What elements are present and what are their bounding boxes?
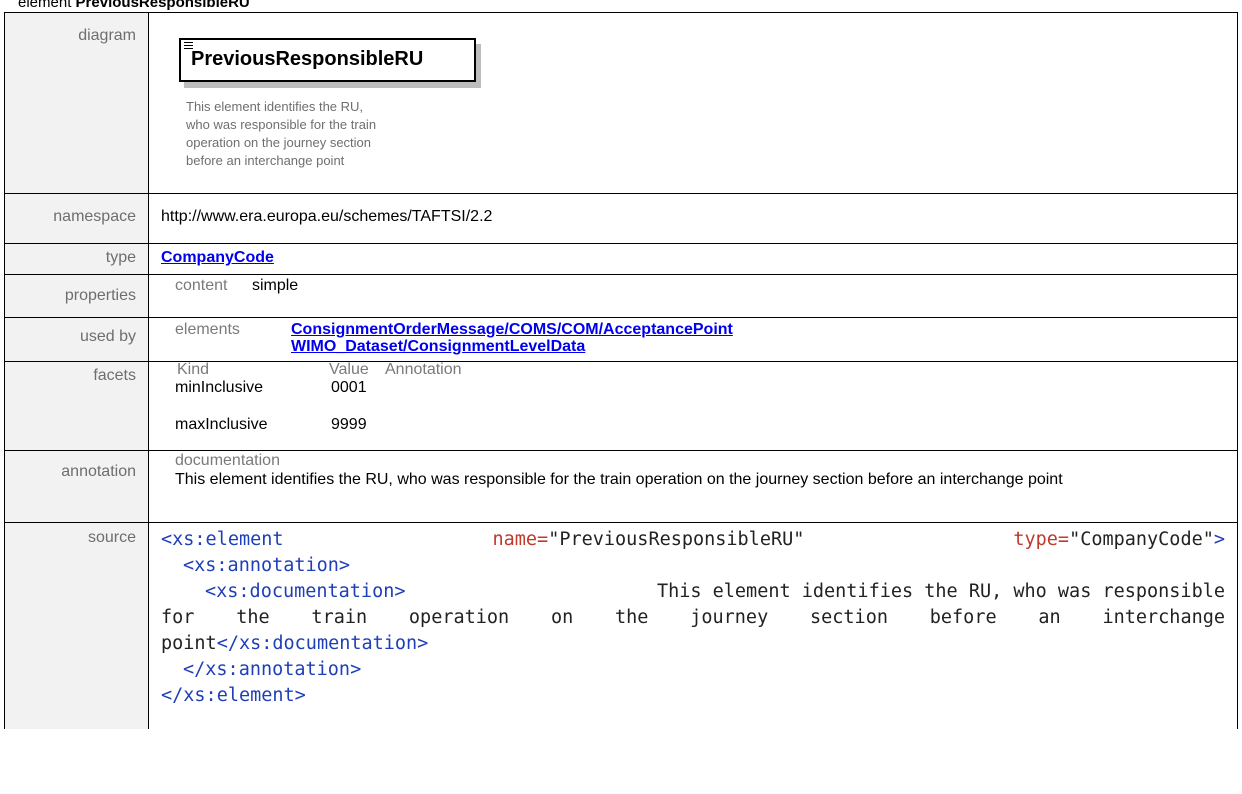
label-properties: properties [64,287,136,304]
row-type: type CompanyCode [4,243,1238,275]
source-line: for the train operation on the journey s… [161,607,1225,628]
source-line: <xs:annotation> [183,555,351,576]
heading-element-name: PreviousResponsibleRU [75,0,250,11]
label-used-by: used by [79,328,136,345]
label-annotation: annotation [61,463,136,480]
label-facets: facets [93,367,136,384]
row-used-by: used by elements ConsignmentOrderMessage… [4,317,1238,362]
row-diagram: diagram PreviousResponsibleRU This eleme… [4,12,1238,194]
source-code-block: <xs:element name="PreviousResponsibleRU"… [148,522,1238,729]
used-by-link-2[interactable]: WIMO_Dataset/ConsignmentLevelData [291,338,585,355]
row-annotation: annotation documentation This element id… [4,450,1238,523]
row-properties: properties content simple [4,274,1238,318]
heading-prefix: element [18,0,72,11]
diagram-element-name: PreviousResponsibleRU [191,48,424,70]
source-line: <xs:element name="PreviousResponsibleRU"… [161,529,1225,550]
source-line: point</xs:documentation> [161,633,429,654]
annotation-sublabel: documentation [175,452,280,469]
facets-header-annotation: Annotation [385,361,462,378]
facets-header-kind: Kind [177,361,210,378]
properties-key: content [175,277,228,294]
type-link[interactable]: CompanyCode [149,244,1237,267]
diagram-element-box[interactable]: PreviousResponsibleRU [179,38,476,82]
namespace-value: http://www.era.europa.eu/schemes/TAFTSI/… [161,208,493,225]
facet-kind: minInclusive [175,379,264,396]
facets-header-value: Value [329,361,369,378]
label-diagram: diagram [78,27,136,44]
source-line: </xs:element> [161,685,306,706]
row-facets: facets Kind Value Annotation minInclusiv… [4,361,1238,451]
facet-value: 0001 [331,379,367,396]
diagram-cell: PreviousResponsibleRU This element ident… [148,12,1238,194]
annotation-text: This element identifies the RU, who was … [175,471,1063,488]
label-namespace: namespace [53,208,136,225]
row-source: source <xs:element name="PreviousRespons… [4,522,1238,729]
element-doc-table: diagram PreviousResponsibleRU This eleme… [4,12,1238,729]
facet-value: 9999 [331,416,367,433]
facet-kind: maxInclusive [175,416,268,433]
label-type: type [105,249,136,266]
source-line: <xs:documentation> This element identifie… [205,581,1225,602]
label-source: source [87,529,136,546]
used-by-key: elements [175,321,240,338]
properties-value: simple [251,277,299,294]
diagram-description: This element identifies the RU, who was … [186,99,377,168]
source-line: </xs:annotation> [183,659,362,680]
page-heading: element PreviousResponsibleRU [18,0,250,12]
row-namespace: namespace http://www.era.europa.eu/schem… [4,193,1238,244]
used-by-link-1[interactable]: ConsignmentOrderMessage/COMS/COM/Accepta… [291,321,733,338]
